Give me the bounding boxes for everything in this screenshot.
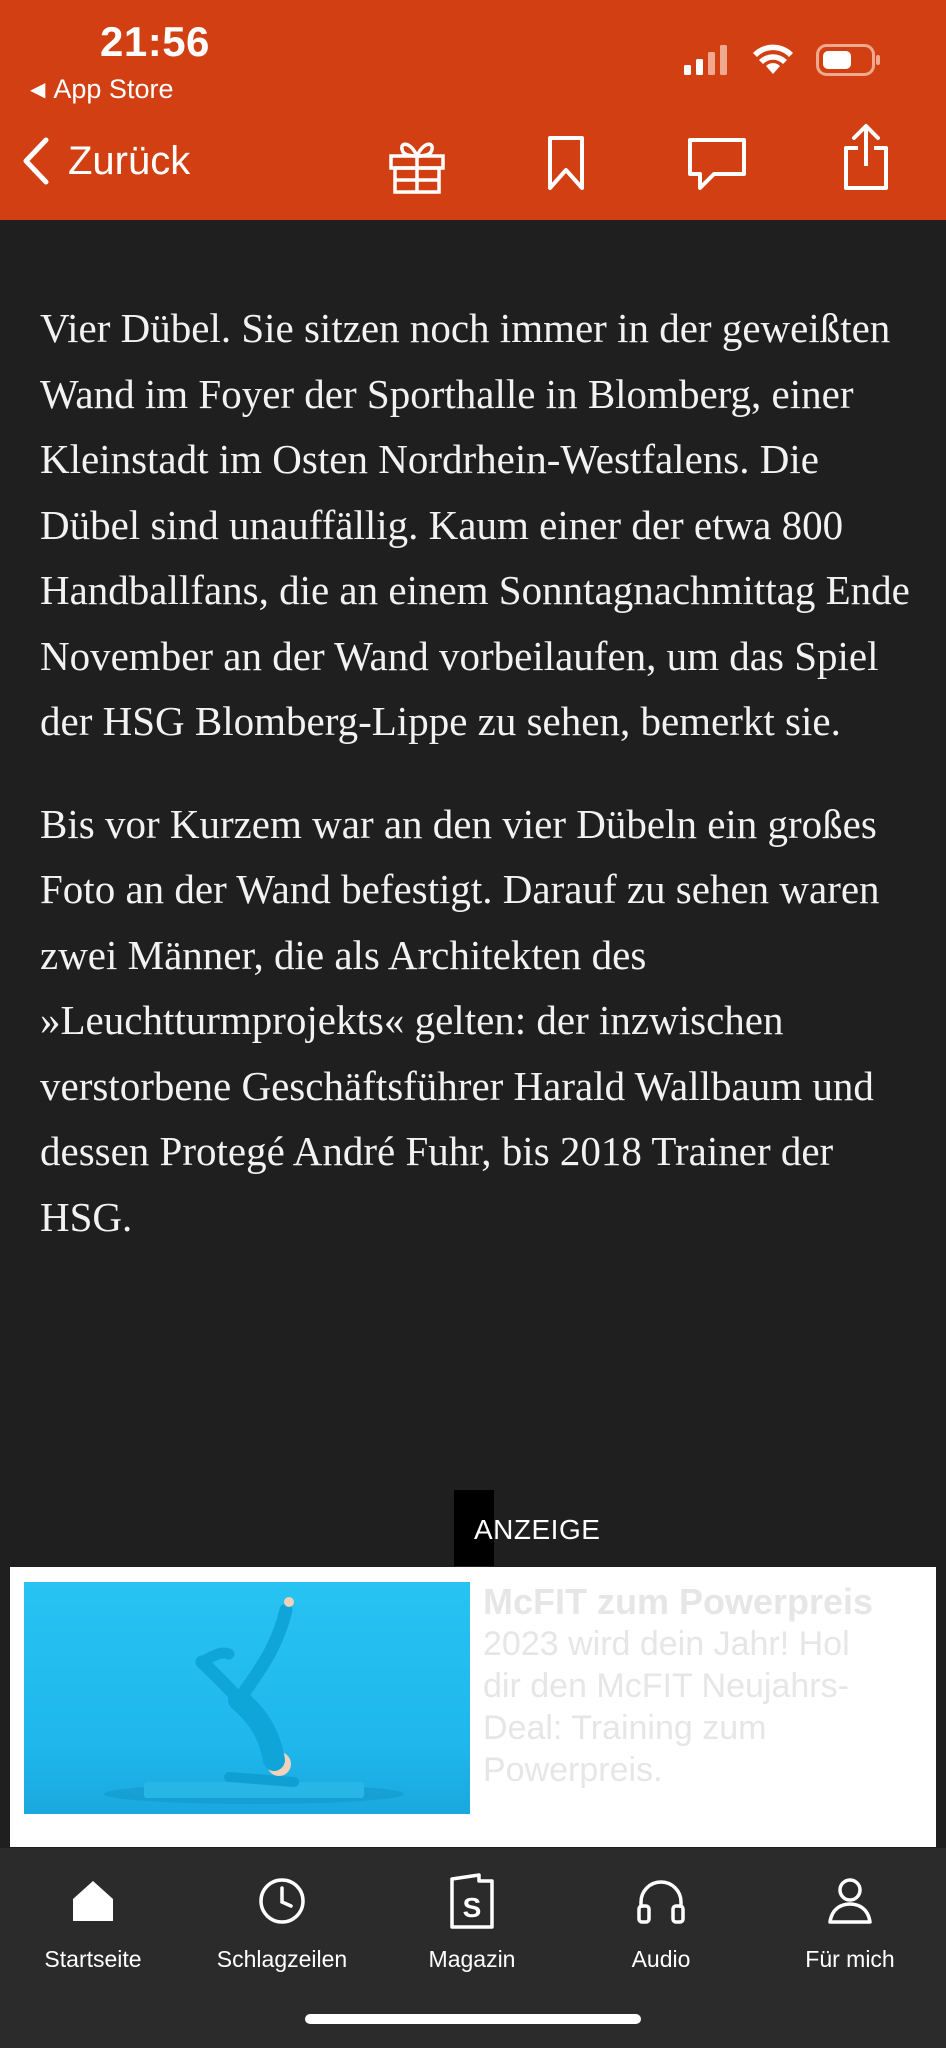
signal-icon [684,45,727,75]
article-body: Vier Dübel. Sie sitzen noch immer in der… [40,296,920,1287]
back-button[interactable]: Zurück [20,136,190,186]
headphones-icon [637,1880,685,1924]
clock-icon [259,1878,305,1924]
share-icon[interactable] [842,122,890,192]
wifi-icon [753,44,793,74]
ad-description: 2023 wird dein Jahr! Hol dir den McFIT N… [483,1625,850,1789]
tab-audio[interactable]: Audio [576,1866,746,1973]
back-to-app-store[interactable]: ◀ App Store [30,74,173,105]
tab-label: Startseite [44,1946,142,1972]
person-icon [828,1878,872,1924]
bookmark-icon[interactable] [546,134,586,194]
back-triangle-icon: ◀ [30,79,46,101]
article-paragraph: Vier Dübel. Sie sitzen noch immer in der… [40,305,910,744]
ad-label: ANZEIGE [474,1514,601,1545]
tab-magazin[interactable]: S Magazin [387,1866,557,1973]
magazine-icon: S [450,1873,494,1929]
back-app-label: App Store [53,74,174,104]
chevron-left-icon [23,137,49,185]
back-label: Zurück [68,138,191,183]
ad-banner[interactable]: McFIT zum Powerpreis 2023 wird dein Jahr… [10,1567,936,1847]
tab-fuer-mich[interactable]: Für mich [765,1866,935,1973]
yoga-pose-image [104,1597,404,1804]
ad-title: McFIT zum Powerpreis [483,1581,874,1622]
gift-icon[interactable] [386,134,448,196]
tab-label: Audio [631,1946,691,1972]
nav-bar: Zurück [0,124,946,204]
home-icon [73,1881,113,1921]
home-indicator[interactable] [305,2014,641,2024]
article-paragraph: Bis vor Kurzem war an den vier Dübeln ei… [40,800,880,1240]
status-time: 21:56 [100,18,210,65]
comment-icon[interactable] [686,134,748,194]
tab-startseite[interactable]: Startseite [8,1866,178,1973]
status-icons [684,44,882,76]
svg-text:S: S [463,1892,482,1923]
tab-label: Schlagzeilen [216,1946,348,1972]
tab-label: Magazin [428,1946,516,1972]
tab-schlagzeilen[interactable]: Schlagzeilen [197,1866,367,1973]
battery-icon [816,44,880,76]
ad-image [24,1582,470,1814]
tab-label: Für mich [805,1946,895,1972]
top-bar: 21:56 ◀ App Store Zurück [0,0,946,220]
